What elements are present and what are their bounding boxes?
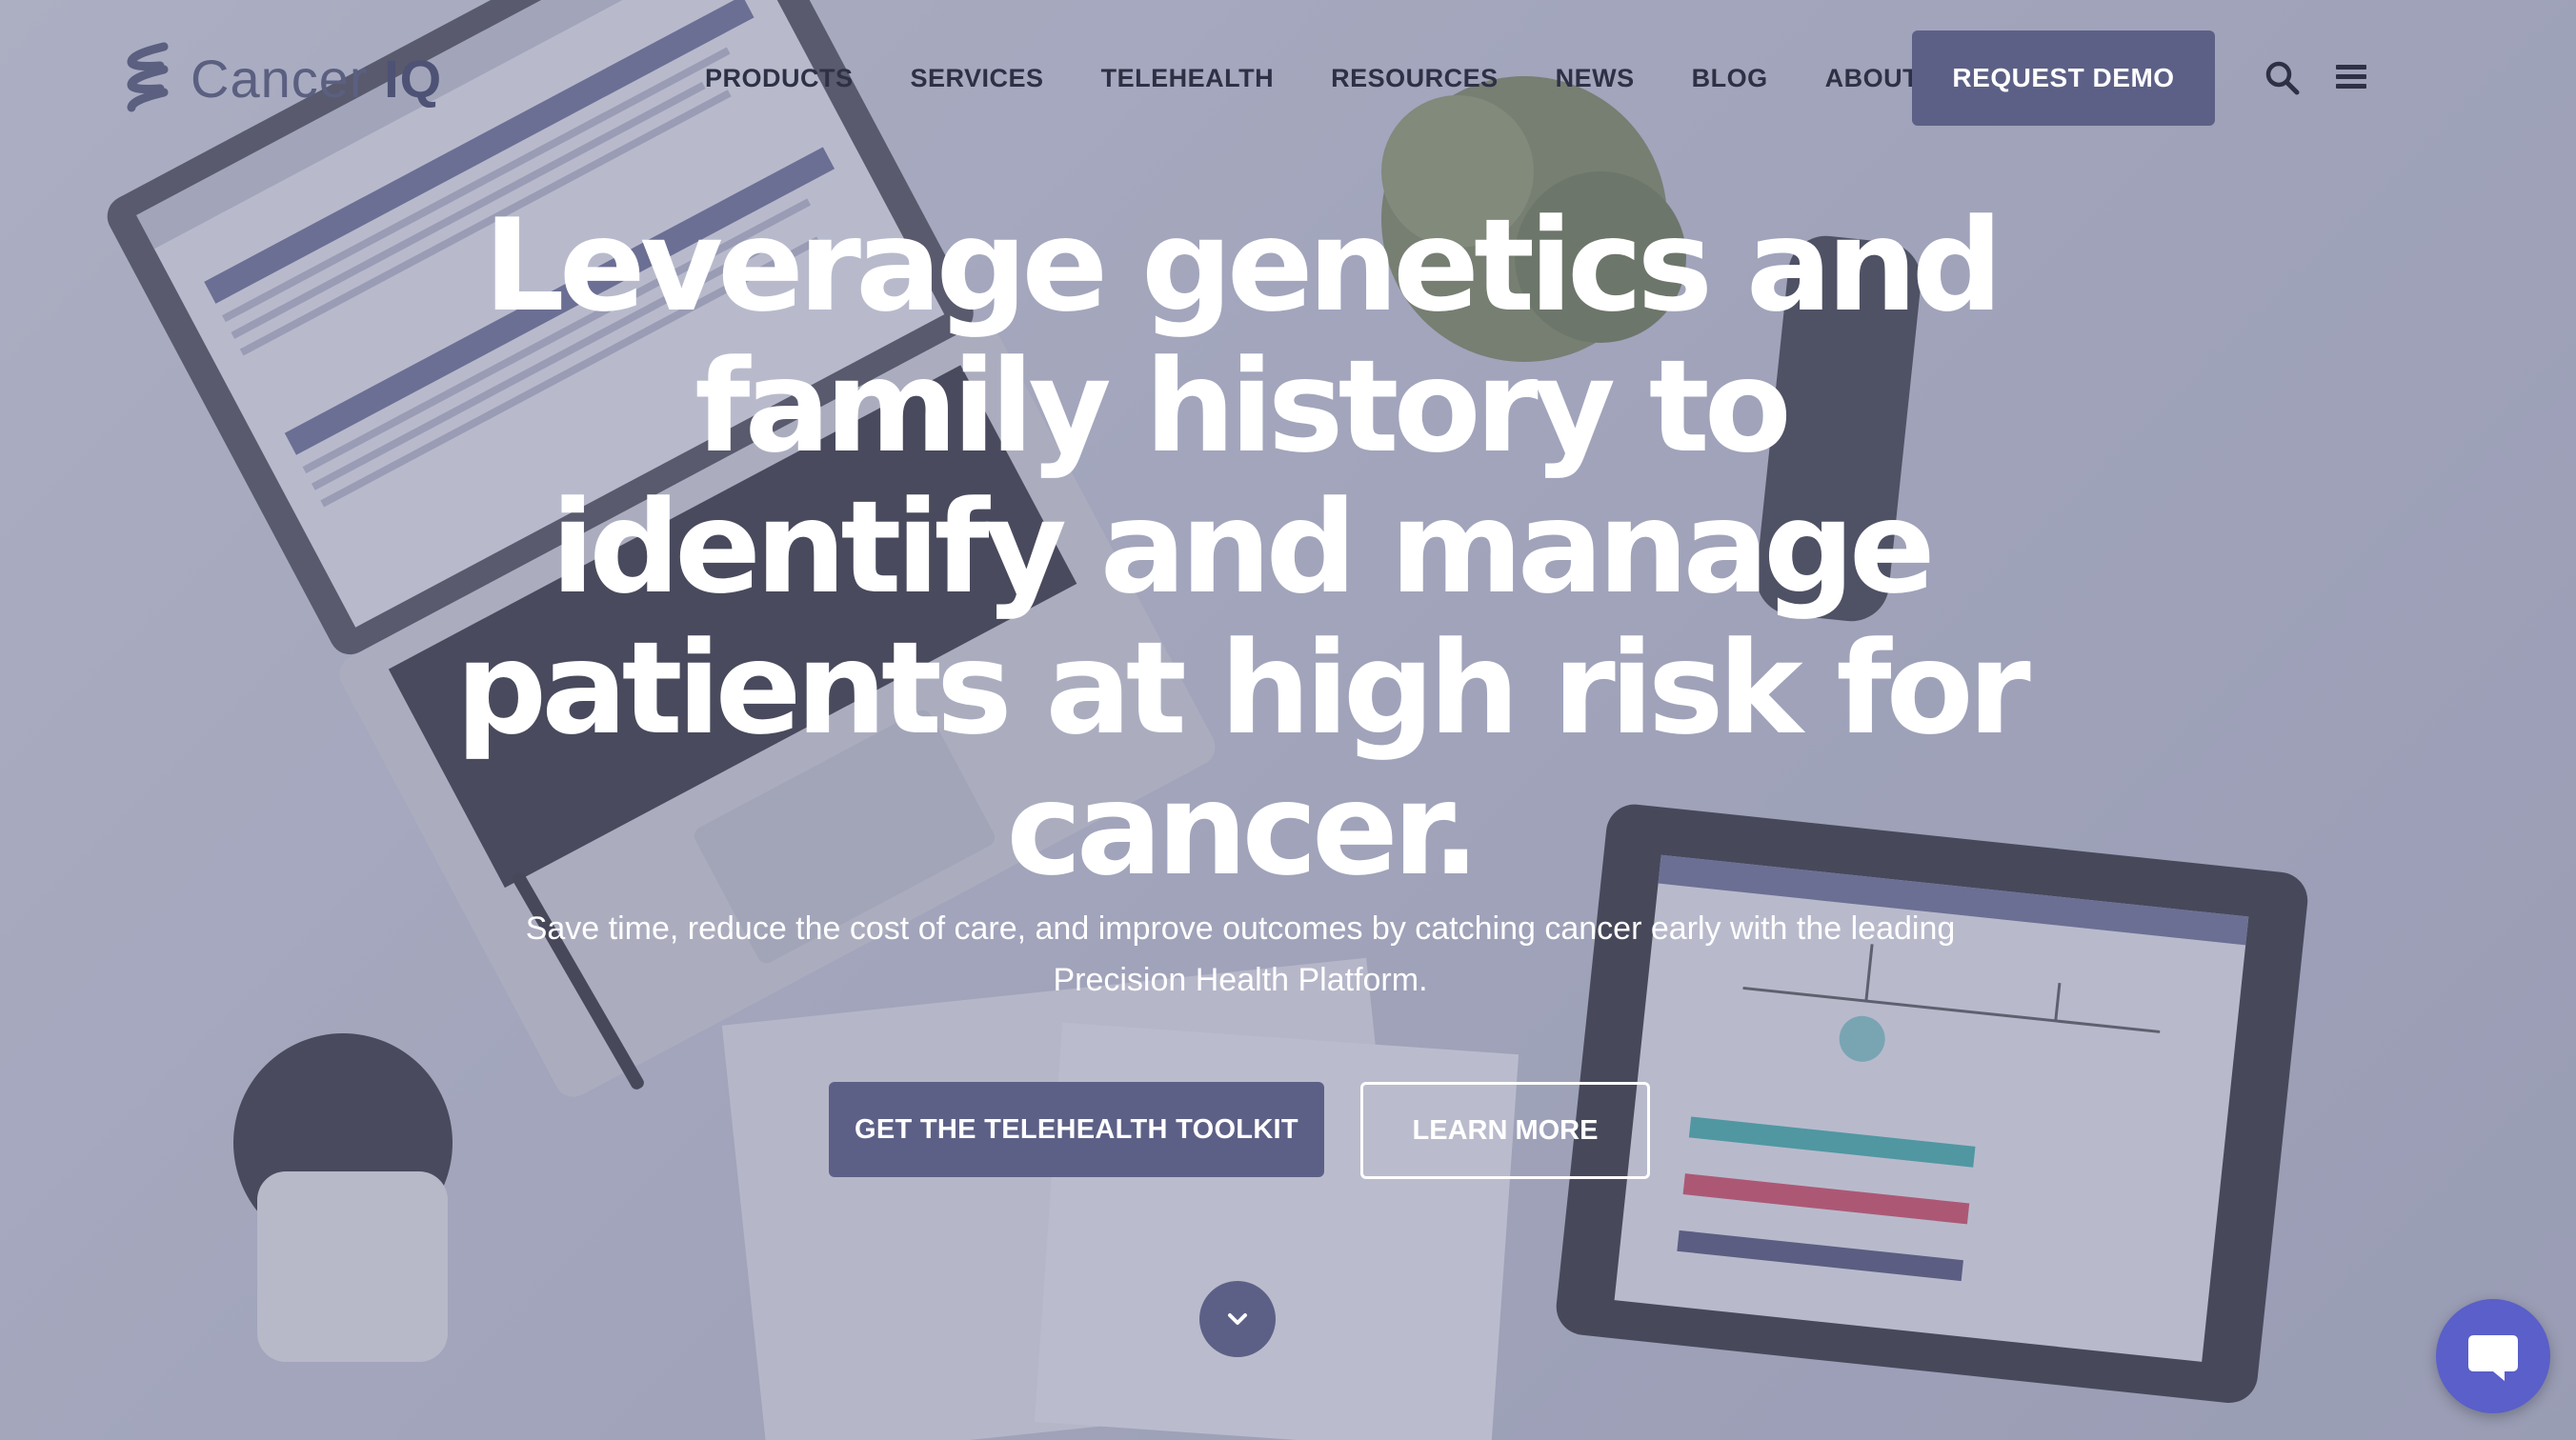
headline-line: Leverage genetics and xyxy=(483,191,2002,340)
subtext-line-1: Save time, reduce the cost of care, and … xyxy=(525,910,1956,947)
subtext-line-2: Precision Health Platform. xyxy=(1053,962,1428,998)
nav-item-products[interactable]: PRODUCTS xyxy=(705,64,854,93)
scroll-down-button[interactable] xyxy=(1199,1281,1276,1357)
hero-section: Cancer IQ PRODUCTS SERVICES TELEHEALTH R… xyxy=(0,0,2576,1440)
main-nav: PRODUCTS SERVICES TELEHEALTH RESOURCES N… xyxy=(705,30,2021,126)
logo-mark-icon xyxy=(127,42,169,112)
hero-headline: Leverage genetics and family history to … xyxy=(431,195,2050,900)
headline-line: patients at high risk for xyxy=(455,614,2030,763)
headline-line: family history to xyxy=(694,332,1792,481)
chat-widget-button[interactable] xyxy=(2436,1299,2550,1413)
chat-bubble-icon xyxy=(2468,1335,2518,1381)
hero-subtext: Save time, reduce the cost of care, and … xyxy=(478,903,2002,1006)
nav-item-news[interactable]: NEWS xyxy=(1556,64,1635,93)
search-icon[interactable] xyxy=(2264,59,2302,97)
site-header: Cancer IQ PRODUCTS SERVICES TELEHEALTH R… xyxy=(0,0,2576,157)
headline-line: cancer. xyxy=(1006,755,1479,904)
headline-line: identify and manage xyxy=(551,473,1935,622)
nav-item-services[interactable]: SERVICES xyxy=(911,64,1044,93)
nav-item-resources[interactable]: RESOURCES xyxy=(1331,64,1499,93)
nav-item-telehealth[interactable]: TELEHEALTH xyxy=(1101,64,1275,93)
nav-item-blog[interactable]: BLOG xyxy=(1692,64,1768,93)
cancer-iq-logo[interactable]: Cancer IQ xyxy=(122,40,442,116)
learn-more-button[interactable]: LEARN MORE xyxy=(1360,1082,1650,1179)
telehealth-toolkit-button[interactable]: GET THE TELEHEALTH TOOLKIT xyxy=(829,1082,1324,1177)
request-demo-button[interactable]: REQUEST DEMO xyxy=(1912,30,2215,126)
logo-text: Cancer IQ xyxy=(191,48,443,109)
hamburger-menu-icon[interactable] xyxy=(2336,63,2366,91)
chevron-down-icon xyxy=(1228,1313,1247,1325)
